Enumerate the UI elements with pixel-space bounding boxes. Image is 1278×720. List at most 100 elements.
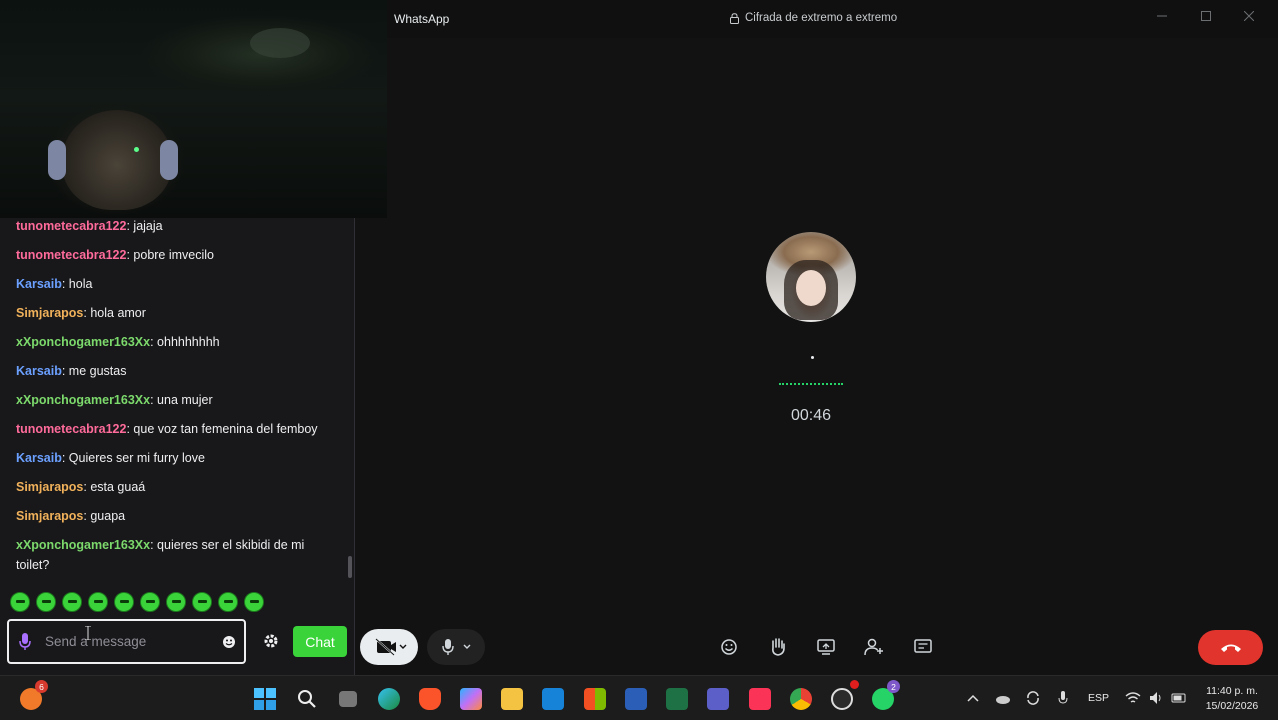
headphone-right bbox=[160, 140, 178, 180]
encryption-label: Cifrada de extremo a extremo bbox=[745, 12, 898, 24]
chat-username[interactable]: Simjarapos bbox=[16, 480, 83, 494]
raise-hand-icon[interactable] bbox=[764, 632, 792, 662]
chat-username[interactable]: Karsaib bbox=[16, 451, 62, 465]
text-cursor-icon bbox=[85, 625, 91, 641]
emote-icon[interactable] bbox=[114, 592, 134, 612]
emote-bar bbox=[10, 592, 264, 612]
chat-message-text: : jajaja bbox=[126, 219, 163, 233]
brave-browser-icon[interactable] bbox=[415, 684, 445, 714]
emote-icon[interactable] bbox=[36, 592, 56, 612]
microsoft-store-icon[interactable] bbox=[580, 684, 610, 714]
emote-picker-icon[interactable] bbox=[222, 635, 236, 649]
battery-icon[interactable] bbox=[1171, 690, 1187, 706]
chat-username[interactable]: Karsaib bbox=[16, 364, 62, 378]
notification-badge: 2 bbox=[887, 680, 900, 693]
microphone-tray-icon[interactable] bbox=[1055, 690, 1071, 706]
chat-username[interactable]: tunometecabra122 bbox=[16, 248, 126, 262]
maximize-icon[interactable] bbox=[1196, 8, 1216, 24]
chat-message: tunometecabra122: que voz tan femenina d… bbox=[0, 419, 345, 439]
emote-icon[interactable] bbox=[140, 592, 160, 612]
chat-username[interactable]: xXponchogamer163Xx bbox=[16, 538, 150, 552]
chat-scrollbar[interactable] bbox=[348, 556, 352, 578]
camera-toggle-button[interactable] bbox=[360, 629, 418, 665]
chat-settings-icon[interactable] bbox=[262, 632, 280, 650]
recording-indicator bbox=[850, 680, 859, 689]
emoji-icon[interactable] bbox=[715, 632, 743, 662]
word-icon[interactable] bbox=[621, 684, 651, 714]
chat-send-button[interactable]: Chat bbox=[293, 626, 347, 657]
chat-username[interactable]: xXponchogamer163Xx bbox=[16, 393, 150, 407]
encryption-notice: Cifrada de extremo a extremo bbox=[730, 12, 897, 24]
apple-music-icon[interactable] bbox=[745, 684, 775, 714]
chat-message: Simjarapos: guapa bbox=[0, 506, 345, 526]
lock-icon bbox=[730, 12, 739, 24]
chat-username[interactable]: tunometecabra122 bbox=[16, 422, 126, 436]
emote-icon[interactable] bbox=[10, 592, 30, 612]
minimize-icon[interactable] bbox=[1152, 8, 1172, 24]
excel-icon[interactable] bbox=[662, 684, 692, 714]
chat-message-text: : guapa bbox=[83, 509, 126, 523]
contact-avatar bbox=[766, 232, 856, 322]
outlook-icon[interactable] bbox=[538, 684, 568, 714]
file-explorer-icon[interactable] bbox=[497, 684, 527, 714]
camera-off-icon bbox=[375, 638, 407, 656]
end-call-button[interactable] bbox=[1198, 630, 1263, 665]
chat-username[interactable]: Simjarapos bbox=[16, 509, 83, 523]
microphone-icon bbox=[442, 639, 471, 655]
emote-icon[interactable] bbox=[88, 592, 108, 612]
more-options-icon[interactable] bbox=[909, 632, 937, 662]
start-menu-icon[interactable] bbox=[250, 684, 280, 714]
obs-studio-icon[interactable] bbox=[827, 680, 859, 714]
screen-share-icon[interactable] bbox=[812, 632, 840, 662]
whatsapp-icon[interactable]: 2 bbox=[868, 680, 900, 714]
chat-message-input[interactable] bbox=[45, 634, 222, 649]
emote-icon[interactable] bbox=[244, 592, 264, 612]
chat-message: Simjarapos: esta guaá bbox=[0, 477, 345, 497]
teams-icon[interactable] bbox=[703, 684, 733, 714]
chat-message-text: : pobre imvecilo bbox=[126, 248, 215, 262]
volume-icon[interactable] bbox=[1148, 690, 1164, 706]
microphone-icon[interactable] bbox=[19, 632, 31, 652]
search-icon[interactable] bbox=[292, 684, 322, 714]
chat-username[interactable]: Simjarapos bbox=[16, 306, 83, 320]
chat-message-text: : que voz tan femenina del femboy bbox=[126, 422, 318, 436]
chevron-up-icon[interactable] bbox=[965, 690, 981, 706]
whatsapp-call-window: WhatsApp Cifrada de extremo a extremo 00… bbox=[360, 0, 1278, 675]
webcam-overlay bbox=[0, 0, 387, 218]
microphone-toggle-button[interactable] bbox=[427, 629, 485, 665]
chat-username[interactable]: Karsaib bbox=[16, 277, 62, 291]
chrome-icon[interactable] bbox=[786, 684, 816, 714]
notification-badge: 6 bbox=[35, 680, 48, 693]
wifi-icon[interactable] bbox=[1125, 690, 1141, 706]
call-timer: 00:46 bbox=[790, 407, 832, 424]
clock-date: 15/02/2026 bbox=[1205, 700, 1259, 712]
widget-app-icon[interactable]: 6 bbox=[16, 680, 48, 714]
emote-icon[interactable] bbox=[192, 592, 212, 612]
copilot-icon[interactable] bbox=[456, 684, 486, 714]
emote-icon[interactable] bbox=[62, 592, 82, 612]
chat-message-text: : esta guaá bbox=[83, 480, 146, 494]
task-view-icon[interactable] bbox=[333, 684, 363, 714]
app-title: WhatsApp bbox=[394, 12, 450, 26]
emote-icon[interactable] bbox=[166, 592, 186, 612]
window-titlebar: WhatsApp Cifrada de extremo a extremo bbox=[387, 0, 1278, 38]
chat-message: Karsaib: Quieres ser mi furry love bbox=[0, 448, 345, 468]
chat-message: xXponchogamer163Xx: una mujer bbox=[0, 390, 345, 410]
chat-message-text: : me gustas bbox=[61, 364, 127, 378]
chat-message: xXponchogamer163Xx: ohhhhhhhh bbox=[0, 332, 345, 352]
edge-browser-icon[interactable] bbox=[374, 684, 404, 714]
close-icon[interactable] bbox=[1239, 8, 1259, 24]
call-background-strip bbox=[355, 218, 387, 675]
add-person-icon[interactable] bbox=[860, 632, 888, 662]
emote-icon[interactable] bbox=[218, 592, 238, 612]
call-status-dot bbox=[811, 356, 814, 359]
chat-username[interactable]: xXponchogamer163Xx bbox=[16, 335, 150, 349]
sync-icon[interactable] bbox=[1025, 690, 1041, 706]
chat-input-box[interactable] bbox=[7, 619, 246, 664]
language-indicator[interactable]: ESP bbox=[1088, 692, 1109, 704]
taskbar-clock[interactable]: 11:40 p. m. 15/02/2026 bbox=[1196, 684, 1268, 714]
chat-message-text: : ohhhhhhhh bbox=[150, 335, 220, 349]
chat-message: tunometecabra122: pobre imvecilo bbox=[0, 245, 345, 265]
onedrive-icon[interactable] bbox=[995, 690, 1011, 706]
chat-username[interactable]: tunometecabra122 bbox=[16, 219, 126, 233]
